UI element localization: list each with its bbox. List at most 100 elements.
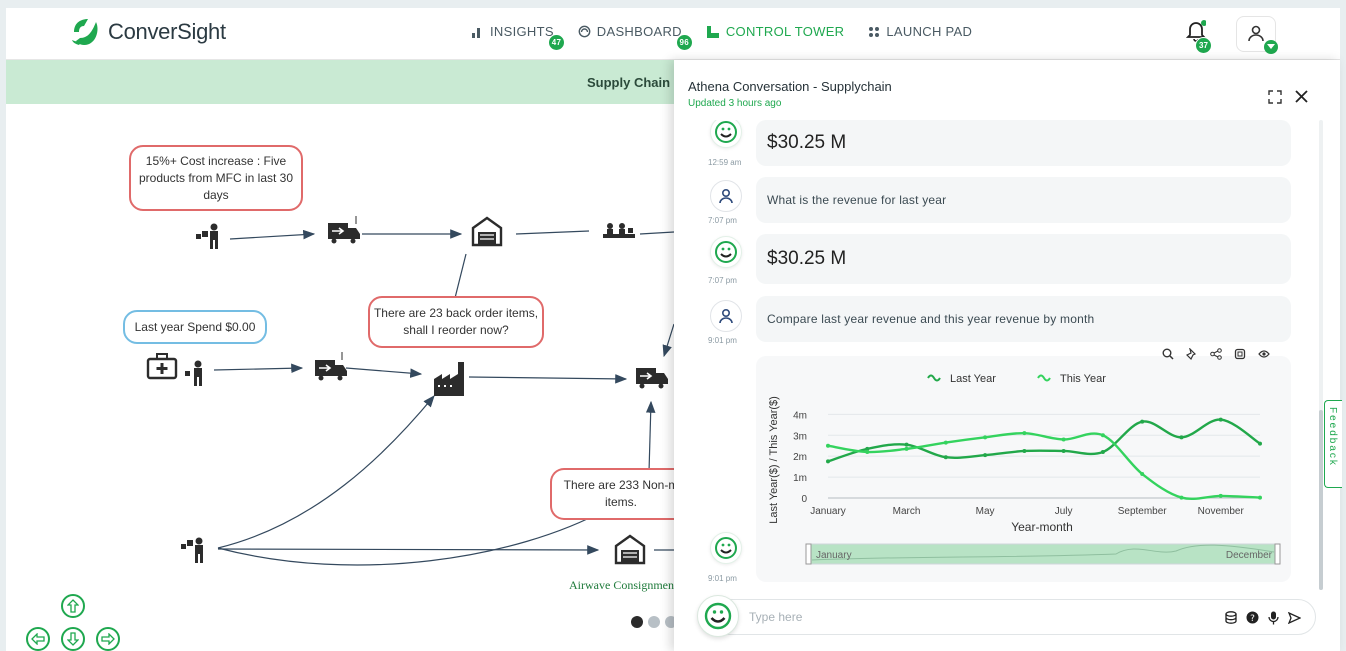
series-line	[827, 418, 1261, 463]
grid-icon	[869, 26, 880, 37]
svg-text:?: ?	[1250, 614, 1255, 624]
data-point	[865, 450, 870, 454]
notifications-button[interactable]: 37	[1185, 20, 1212, 54]
microphone-button[interactable]	[1268, 611, 1279, 630]
data-point	[826, 443, 830, 448]
dashboard-badge: 96	[675, 34, 693, 51]
data-point	[983, 453, 988, 458]
panel-scrollbar[interactable]	[1319, 120, 1323, 590]
data-point	[943, 455, 948, 460]
data-point	[1061, 437, 1066, 442]
zoom-end-label: December	[1226, 550, 1273, 561]
database-button[interactable]	[1225, 611, 1237, 630]
legend-swatch	[1037, 374, 1051, 382]
feedback-tab[interactable]: Feedback	[1324, 400, 1342, 488]
chat-input[interactable]: Type here	[749, 610, 802, 624]
zoom-button[interactable]	[1162, 347, 1174, 365]
zoom-handle-right	[1274, 543, 1281, 565]
supply-chain-diagram: 15%+ Cost increase : Five products from …	[6, 104, 674, 651]
legend-label: Last Year	[950, 373, 996, 385]
copy-icon	[1234, 348, 1246, 360]
pan-up-button[interactable]	[61, 594, 85, 618]
revenue-line-chart: 0 1m 2m 3m 4m January March May July September Nov…	[768, 373, 1281, 565]
worker-icon	[196, 223, 218, 249]
close-button[interactable]	[1294, 89, 1309, 109]
worker-icon	[181, 537, 203, 563]
nav-launch-pad[interactable]: LAUNCH PAD	[868, 24, 972, 39]
node-caption: Airwave Consignmen	[569, 578, 674, 592]
pin-button[interactable]	[1185, 347, 1198, 365]
nav-insights-label: INSIGHTS	[490, 24, 554, 39]
conversight-logo-icon	[72, 19, 98, 45]
banner-title: Supply Chain	[587, 74, 671, 90]
arrow-down-icon	[67, 632, 79, 646]
assistant-button[interactable]	[697, 595, 739, 637]
database-icon	[1225, 611, 1237, 624]
view-button[interactable]	[1258, 347, 1270, 365]
y-tick-label: 1m	[793, 473, 807, 484]
legend-swatch	[927, 374, 941, 382]
y-tick-label: 3m	[793, 431, 807, 442]
scrollbar-thumb[interactable]	[1319, 410, 1323, 590]
notifications-badge: 37	[1195, 37, 1212, 54]
data-point	[1140, 419, 1145, 424]
top-navigation-bar: ConverSight INSIGHTS 47 DASHBOARD 96 CON…	[6, 8, 1340, 60]
copy-button[interactable]	[1234, 347, 1246, 365]
worker-icon	[185, 360, 202, 386]
page-dot[interactable]	[631, 616, 643, 628]
page-dot[interactable]	[665, 616, 674, 628]
truck-icon	[636, 368, 668, 389]
alert-bubble-cost-increase[interactable]: 15%+ Cost increase : Five products from …	[129, 145, 303, 211]
data-point	[1140, 471, 1145, 476]
pan-right-button[interactable]	[96, 627, 120, 651]
data-point	[1100, 433, 1105, 438]
message-time: 7:07 pm	[708, 216, 737, 225]
data-point	[983, 435, 988, 440]
nav-control-tower[interactable]: CONTROL TOWER	[706, 24, 845, 39]
chat-input-bar: Type here ?	[697, 595, 1316, 637]
alert-bubble-last-year-spend[interactable]: Last year Spend $0.00	[123, 310, 267, 344]
page-dot[interactable]	[648, 616, 660, 628]
x-axis-title: Year-month	[1011, 520, 1073, 534]
insights-badge: 47	[548, 34, 565, 51]
user-menu-button[interactable]	[1236, 16, 1278, 54]
eye-icon	[1258, 350, 1270, 358]
chevron-down-icon	[1264, 40, 1278, 54]
share-button[interactable]	[1210, 347, 1222, 365]
data-point	[904, 446, 909, 451]
warehouse-icon	[471, 216, 503, 247]
x-tick-label: March	[893, 506, 921, 517]
alert-bubble-non-moving[interactable]: There are 233 Non-m items.	[550, 468, 674, 520]
send-icon	[1287, 611, 1302, 625]
user-icon	[719, 188, 733, 204]
zoom-handle-left	[805, 543, 812, 565]
arrow-left-icon	[31, 633, 45, 645]
pan-down-button[interactable]	[61, 627, 85, 651]
arrow-up-icon	[67, 599, 79, 613]
pan-left-button[interactable]	[26, 627, 50, 651]
user-message: Compare last year revenue and this year …	[756, 296, 1291, 342]
bubble-text: 15%+ Cost increase : Five products from …	[138, 153, 294, 202]
zoom-slider	[807, 543, 1279, 565]
data-point	[943, 440, 948, 445]
bubble-text: There are 233 Non-m items.	[563, 478, 674, 509]
warehouse-icon	[614, 534, 646, 565]
data-point	[1218, 493, 1223, 498]
pin-icon	[1185, 347, 1197, 361]
x-tick-label: January	[810, 506, 846, 517]
app-window: ConverSight INSIGHTS 47 DASHBOARD 96 CON…	[0, 0, 1346, 651]
expand-button[interactable]	[1268, 90, 1282, 109]
help-button[interactable]: ?	[1246, 611, 1259, 630]
send-button[interactable]	[1287, 611, 1302, 630]
alert-bubble-back-orders[interactable]: There are 23 back order items, shall I r…	[368, 296, 544, 348]
x-tick-label: May	[976, 506, 995, 517]
bot-avatar	[710, 532, 742, 564]
message-time: 9:01 pm	[708, 336, 737, 345]
bot-message: $30.25 M	[756, 120, 1291, 166]
help-icon: ?	[1246, 611, 1259, 624]
expand-icon	[1268, 90, 1282, 104]
logo[interactable]: ConverSight	[70, 18, 226, 46]
nav-dashboard[interactable]: DASHBOARD 96	[578, 24, 693, 51]
data-point	[826, 459, 830, 464]
nav-insights[interactable]: INSIGHTS 47	[472, 24, 565, 51]
